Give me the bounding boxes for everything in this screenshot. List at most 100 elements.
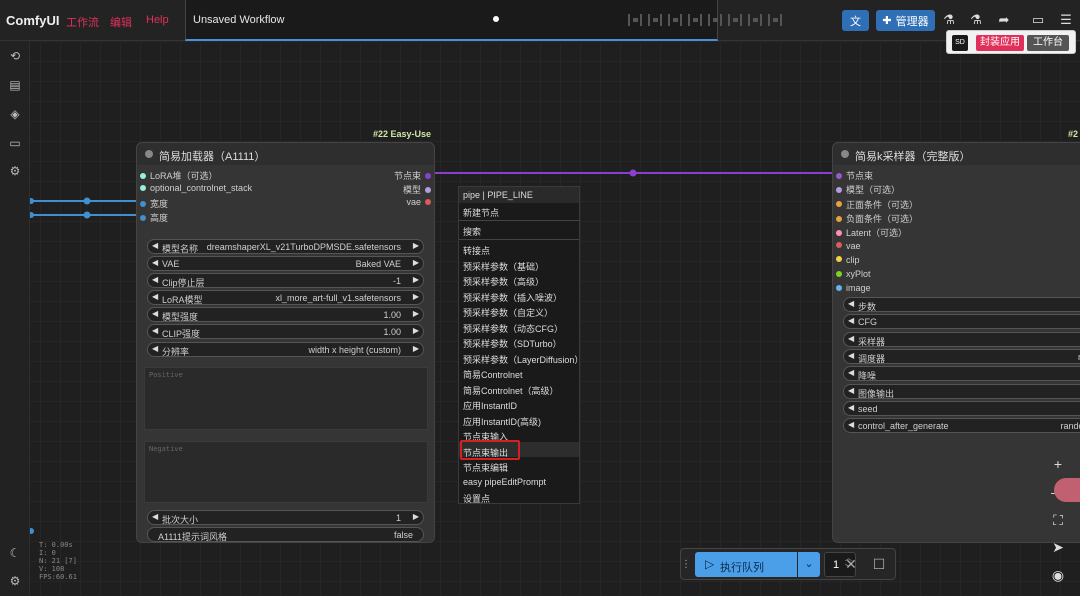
panel-icon[interactable]: ▭ bbox=[1030, 12, 1046, 28]
input-slot[interactable]: 宽度 bbox=[140, 197, 168, 210]
arrow-left-icon[interactable]: ◀ bbox=[848, 299, 854, 308]
queue-icon[interactable]: ▤ bbox=[8, 78, 22, 92]
context-menu-item[interactable]: 预采样参数（高级） bbox=[463, 275, 544, 288]
context-menu-item[interactable]: 预采样参数（LayerDiffusion） bbox=[463, 353, 583, 366]
encapsulate-app-button[interactable]: 封装应用 bbox=[976, 35, 1024, 51]
arrow-right-icon[interactable]: ▶ bbox=[413, 258, 419, 267]
arrow-left-icon[interactable]: ◀ bbox=[152, 275, 158, 284]
align-icon[interactable] bbox=[648, 14, 662, 26]
widget-batch-size[interactable]: ◀ 批次大小 1 ▶ bbox=[147, 510, 424, 525]
hamburger-menu-icon[interactable]: ☰ bbox=[1058, 12, 1074, 28]
arrow-left-icon[interactable]: ◀ bbox=[848, 351, 854, 360]
sampler-widget[interactable]: ◀采样器e bbox=[843, 331, 1080, 347]
run-queue-button[interactable]: ▷ 执行队列 bbox=[695, 552, 797, 577]
arrow-left-icon[interactable]: ◀ bbox=[848, 403, 854, 412]
menu-workflow[interactable]: 工作流 bbox=[66, 14, 99, 30]
menu-item-new-node[interactable]: 新建节点 bbox=[463, 206, 499, 219]
arrow-left-icon[interactable]: ◀ bbox=[848, 368, 854, 377]
collapse-dot-icon[interactable] bbox=[145, 150, 153, 158]
context-menu-item[interactable]: 设置点 bbox=[463, 492, 490, 505]
sampler-node[interactable]: 简易k采样器（完整版） 节点束 模型（可选） 正面条件（可选） 负面条件（可选） Lat… bbox=[832, 142, 1080, 543]
input-slot[interactable]: 节点束 bbox=[836, 169, 873, 182]
sampler-widget[interactable]: ◀ 步数 bbox=[843, 297, 1080, 312]
align-icon[interactable] bbox=[668, 14, 682, 26]
cube-icon[interactable]: ◈ bbox=[8, 107, 22, 121]
context-menu-item[interactable]: 简易Controlnet（高级） bbox=[463, 384, 559, 397]
workbench-button[interactable]: 工作台 bbox=[1027, 35, 1069, 51]
folder-icon[interactable]: ▭ bbox=[8, 136, 22, 150]
arrow-left-icon[interactable]: ◀ bbox=[848, 386, 854, 395]
align-icon[interactable] bbox=[688, 14, 702, 26]
chevron-down-icon[interactable]: ⌄ bbox=[798, 552, 820, 577]
sampler-widget[interactable]: ◀ seed bbox=[843, 400, 1080, 416]
collapse-dot-icon[interactable] bbox=[841, 150, 849, 158]
context-menu-item[interactable]: 预采样参数（SDTurbo） bbox=[463, 337, 562, 350]
negative-prompt-input[interactable]: Negative bbox=[144, 441, 428, 503]
context-menu-item[interactable]: 转接点 bbox=[463, 244, 490, 257]
widget-a1111-style[interactable]: A1111提示词风格 false bbox=[147, 527, 424, 542]
arrow-left-icon[interactable]: ◀ bbox=[152, 326, 158, 335]
context-menu-item[interactable]: 应用InstantID bbox=[463, 399, 517, 412]
arrow-right-icon[interactable]: ▶ bbox=[413, 344, 419, 353]
node-library-icon[interactable]: ⚙ bbox=[8, 164, 22, 178]
widget-clip-skip[interactable]: ◀ Clip停止层 -1 ▶ bbox=[147, 273, 424, 288]
input-slot[interactable]: 负面条件（可选） bbox=[836, 212, 918, 225]
align-icon[interactable] bbox=[748, 14, 762, 26]
input-slot[interactable]: 高度 bbox=[140, 211, 168, 224]
settings-gear-icon[interactable]: ⚙ bbox=[8, 574, 22, 588]
widget-model-name[interactable]: ◀ 模型名称 dreamshaperXL_v21TurboDPMSDE.safete… bbox=[147, 239, 424, 254]
arrow-right-icon[interactable]: ▶ bbox=[413, 241, 419, 250]
arrow-left-icon[interactable]: ◀ bbox=[152, 258, 158, 267]
input-slot[interactable]: optional_controlnet_stack bbox=[140, 183, 252, 193]
arrow-left-icon[interactable]: ◀ bbox=[848, 334, 854, 343]
arrow-right-icon[interactable]: ▶ bbox=[413, 326, 419, 335]
output-slot[interactable]: 模型 bbox=[403, 183, 431, 196]
sampler-widget[interactable]: ◀ 降噪 bbox=[843, 366, 1080, 382]
output-slot[interactable]: 节点束 bbox=[394, 169, 431, 182]
input-slot[interactable]: 正面条件（可选） bbox=[836, 198, 918, 211]
sampler-widget[interactable]: ◀调度器nor bbox=[843, 348, 1080, 364]
lab-icon[interactable]: ⚗ bbox=[941, 12, 957, 28]
sampler-node-header[interactable]: 简易k采样器（完整版） bbox=[833, 143, 1080, 165]
widget-vae[interactable]: ◀ VAE Baked VAE ▶ bbox=[147, 256, 424, 271]
arrow-right-icon[interactable]: ▶ bbox=[413, 275, 419, 284]
theme-toggle-icon[interactable]: ☾ bbox=[8, 546, 22, 560]
menu-edit[interactable]: 编辑 bbox=[110, 14, 132, 30]
loader-node-header[interactable]: 简易加载器（A1111） bbox=[137, 143, 434, 165]
widget-clip-strength[interactable]: ◀ CLIP强度 1.00 ▶ bbox=[147, 324, 424, 339]
context-menu-item[interactable]: 应用InstantID(高级) bbox=[463, 415, 541, 428]
drag-handle-icon[interactable]: ⋮ bbox=[681, 557, 691, 573]
context-menu-item[interactable]: 预采样参数（自定义） bbox=[463, 306, 553, 319]
sampler-widget[interactable]: ◀ CFG bbox=[843, 314, 1080, 330]
align-icon[interactable] bbox=[708, 14, 722, 26]
arrow-left-icon[interactable]: ◀ bbox=[152, 292, 158, 301]
arrow-left-icon[interactable]: ◀ bbox=[152, 309, 158, 318]
input-slot[interactable]: Latent（可选） bbox=[836, 226, 907, 239]
arrow-left-icon[interactable]: ◀ bbox=[848, 316, 854, 325]
input-slot[interactable]: image bbox=[836, 283, 871, 293]
widget-model-strength[interactable]: ◀ 模型强度 1.00 ▶ bbox=[147, 307, 424, 322]
arrow-right-icon[interactable]: ▶ bbox=[413, 309, 419, 318]
manager-button[interactable]: ✚ 管理器 bbox=[876, 10, 935, 31]
input-slot[interactable]: vae bbox=[836, 241, 861, 251]
menu-item-search[interactable]: 搜索 bbox=[463, 225, 481, 238]
sampler-widget[interactable]: ◀图像输出H bbox=[843, 383, 1080, 399]
input-slot[interactable]: LoRA堆（可选） bbox=[140, 169, 218, 182]
stop-icon[interactable]: ☐ bbox=[871, 556, 887, 572]
widget-resolution[interactable]: ◀ 分辨率 width x height (custom) ▶ bbox=[147, 342, 424, 357]
lab-alt-icon[interactable]: ⚗ bbox=[968, 12, 984, 28]
input-slot[interactable]: 模型（可选） bbox=[836, 183, 900, 196]
avatar[interactable] bbox=[1054, 478, 1080, 502]
context-menu-item[interactable]: 预采样参数（插入噪波） bbox=[463, 291, 562, 304]
arrow-left-icon[interactable]: ◀ bbox=[152, 241, 158, 250]
context-menu-item[interactable]: 简易Controlnet bbox=[463, 368, 523, 381]
menu-help[interactable]: Help bbox=[146, 14, 169, 26]
input-slot[interactable]: clip bbox=[836, 255, 860, 265]
align-icon[interactable] bbox=[768, 14, 782, 26]
share-icon[interactable]: ➦ bbox=[996, 12, 1012, 28]
arrow-right-icon[interactable]: ▶ bbox=[413, 512, 419, 521]
zoom-in-icon[interactable]: + bbox=[1044, 453, 1072, 475]
output-slot[interactable]: vae bbox=[406, 197, 431, 207]
arrow-left-icon[interactable]: ◀ bbox=[152, 344, 158, 353]
arrow-left-icon[interactable]: ◀ bbox=[848, 420, 854, 429]
